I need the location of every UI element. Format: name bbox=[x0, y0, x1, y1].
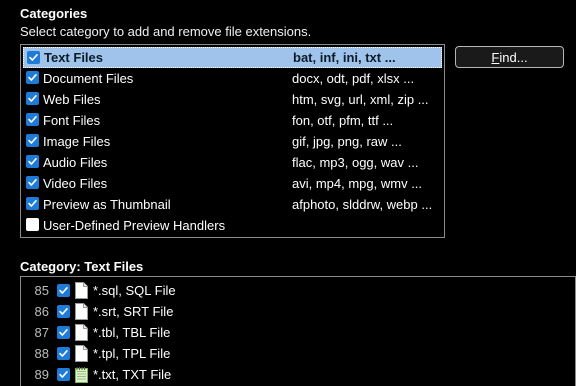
checkmark-icon bbox=[27, 93, 38, 104]
checkbox-checked[interactable] bbox=[57, 305, 70, 318]
checkmark-icon bbox=[27, 156, 38, 167]
category-item[interactable]: Audio Files flac, mp3, ogg, wav ... bbox=[23, 152, 442, 173]
checkmark-icon bbox=[27, 114, 38, 125]
category-extensions: fon, otf, pfm, ttf ... bbox=[292, 113, 393, 128]
category-extensions: afphoto, slddrw, webp ... bbox=[292, 197, 432, 212]
file-extension-row[interactable]: 89 *.txt, TXT File bbox=[21, 364, 575, 385]
category-name: Web Files bbox=[43, 92, 101, 107]
checkmark-icon bbox=[58, 285, 69, 296]
find-button[interactable]: Find... bbox=[455, 46, 564, 68]
category-name: User-Defined Preview Handlers bbox=[43, 218, 225, 233]
category-extensions: htm, svg, url, xml, zip ... bbox=[292, 92, 429, 107]
document-icon bbox=[75, 345, 88, 362]
category-detail-heading: Category: Text Files bbox=[20, 259, 143, 274]
find-button-label: Find... bbox=[491, 50, 527, 65]
notepad-icon bbox=[75, 366, 88, 383]
checkmark-icon bbox=[27, 177, 38, 188]
category-item[interactable]: Text Files bat, inf, ini, txt ... bbox=[23, 47, 442, 68]
row-number: 87 bbox=[25, 325, 49, 340]
category-extensions: avi, mp4, mpg, wmv ... bbox=[292, 176, 422, 191]
category-item[interactable]: User-Defined Preview Handlers bbox=[23, 215, 442, 236]
checkmark-icon bbox=[27, 198, 38, 209]
checkmark-icon bbox=[27, 135, 38, 146]
checkbox-checked[interactable] bbox=[57, 368, 70, 381]
category-item[interactable]: Preview as Thumbnail afphoto, slddrw, web… bbox=[23, 194, 442, 215]
row-number: 86 bbox=[25, 304, 49, 319]
category-extensions: docx, odt, pdf, xlsx ... bbox=[292, 71, 414, 86]
checkbox-checked[interactable] bbox=[57, 347, 70, 360]
categories-list[interactable]: Text Files bat, inf, ini, txt ... Document… bbox=[20, 44, 445, 238]
checkbox-checked[interactable] bbox=[26, 113, 39, 126]
category-name: Audio Files bbox=[43, 155, 107, 170]
checkbox-checked[interactable] bbox=[26, 176, 39, 189]
category-item[interactable]: Font Files fon, otf, pfm, ttf ... bbox=[23, 110, 442, 131]
file-extension-row[interactable]: 88 *.tpl, TPL File bbox=[21, 343, 575, 364]
document-icon bbox=[75, 282, 88, 299]
file-extension-row[interactable]: 85 *.sql, SQL File bbox=[21, 280, 575, 301]
file-extension-row[interactable]: 86 *.srt, SRT File bbox=[21, 301, 575, 322]
checkbox-checked[interactable] bbox=[57, 326, 70, 339]
document-icon bbox=[75, 324, 88, 341]
checkmark-icon bbox=[58, 327, 69, 338]
row-number: 89 bbox=[25, 367, 49, 382]
file-extension-list[interactable]: 85 *.sql, SQL File 86 *.srt, SRT File 87 *.tb… bbox=[20, 276, 576, 386]
file-extension-label: *.srt, SRT File bbox=[93, 304, 173, 319]
checkbox-checked[interactable] bbox=[57, 284, 70, 297]
find-button-rest: ind... bbox=[499, 50, 527, 65]
category-name: Font Files bbox=[43, 113, 100, 128]
file-extension-label: *.sql, SQL File bbox=[93, 283, 176, 298]
checkmark-icon bbox=[58, 369, 69, 380]
checkmark-icon bbox=[27, 72, 38, 83]
checkbox-checked[interactable] bbox=[26, 197, 39, 210]
category-item[interactable]: Video Files avi, mp4, mpg, wmv ... bbox=[23, 173, 442, 194]
checkmark-icon bbox=[58, 348, 69, 359]
category-name: Document Files bbox=[43, 71, 133, 86]
category-item[interactable]: Web Files htm, svg, url, xml, zip ... bbox=[23, 89, 442, 110]
category-extensions: flac, mp3, ogg, wav ... bbox=[292, 155, 418, 170]
checkbox-checked[interactable] bbox=[26, 71, 39, 84]
document-icon bbox=[75, 303, 88, 320]
checkbox-checked[interactable] bbox=[27, 51, 40, 64]
file-extension-label: *.tpl, TPL File bbox=[93, 346, 170, 361]
checkmark-icon bbox=[28, 52, 39, 63]
category-extensions: bat, inf, ini, txt ... bbox=[293, 50, 396, 65]
categories-heading: Categories bbox=[20, 6, 87, 21]
category-item[interactable]: Document Files docx, odt, pdf, xlsx ... bbox=[23, 68, 442, 89]
category-name: Video Files bbox=[43, 176, 107, 191]
checkmark-icon bbox=[58, 306, 69, 317]
row-number: 88 bbox=[25, 346, 49, 361]
file-extension-label: *.tbl, TBL File bbox=[93, 325, 170, 340]
category-name: Text Files bbox=[44, 50, 103, 65]
checkbox-unchecked[interactable] bbox=[26, 218, 39, 231]
category-extensions: gif, jpg, png, raw ... bbox=[292, 134, 402, 149]
checkbox-checked[interactable] bbox=[26, 155, 39, 168]
category-name: Image Files bbox=[43, 134, 110, 149]
row-number: 85 bbox=[25, 283, 49, 298]
checkbox-checked[interactable] bbox=[26, 134, 39, 147]
category-name: Preview as Thumbnail bbox=[43, 197, 171, 212]
categories-hint: Select category to add and remove file e… bbox=[20, 24, 311, 39]
file-extension-row[interactable]: 87 *.tbl, TBL File bbox=[21, 322, 575, 343]
category-item[interactable]: Image Files gif, jpg, png, raw ... bbox=[23, 131, 442, 152]
checkbox-checked[interactable] bbox=[26, 92, 39, 105]
file-extension-label: *.txt, TXT File bbox=[93, 367, 171, 382]
